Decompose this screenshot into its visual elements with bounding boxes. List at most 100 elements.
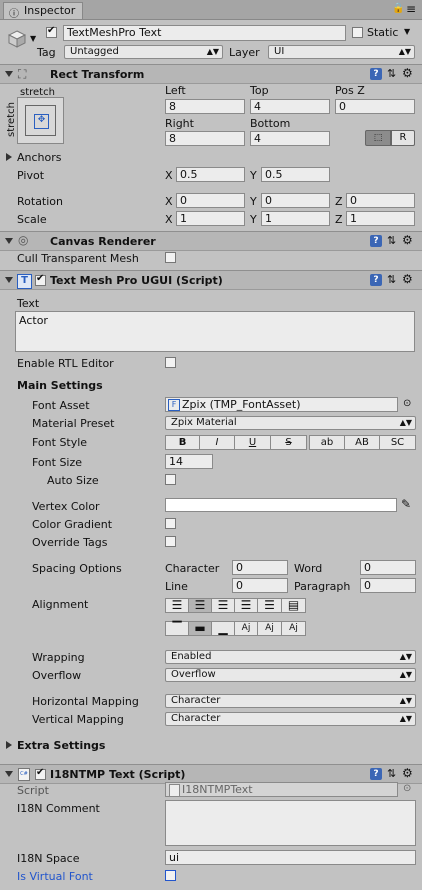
enable-checkbox[interactable] (35, 767, 46, 780)
inspector-icon: ⓘ (9, 9, 19, 20)
style-strike-button[interactable]: S (270, 435, 307, 450)
rect-transform-header[interactable]: ⛶ Rect Transform ? ⇅ ⚙ (0, 64, 422, 84)
align-midline-button[interactable]: Aj (257, 621, 282, 636)
anchors-label[interactable]: Anchors (17, 151, 62, 164)
align-capline-button[interactable]: Aj (281, 621, 306, 636)
scale-y-field[interactable]: 1 (261, 211, 330, 226)
lock-icon[interactable]: 🔒 (392, 3, 404, 14)
blueprint-button[interactable]: ⬚ (365, 130, 391, 146)
eyedropper-icon[interactable]: ✎ (401, 497, 411, 511)
extra-settings-fold-icon[interactable] (6, 741, 12, 749)
align-left-button[interactable]: ☰ (165, 598, 189, 613)
space-field[interactable]: ui (165, 850, 416, 865)
virtual-font-checkbox[interactable] (165, 870, 176, 881)
style-lowercase-button[interactable]: ab (309, 435, 345, 450)
anchors-fold-icon[interactable] (6, 153, 12, 161)
tag-dropdown[interactable]: Untagged ▲▼ (64, 45, 223, 59)
preset-icon[interactable]: ⇅ (387, 235, 396, 247)
vmap-dropdown[interactable]: Character ▲▼ (165, 712, 416, 726)
style-bold-button[interactable]: B (165, 435, 200, 450)
style-smallcaps-button[interactable]: SC (379, 435, 416, 450)
i18n-header[interactable]: C# I18NTMP Text (Script) ? ⇅ ⚙ (0, 764, 422, 784)
fold-arrow-icon[interactable] (5, 277, 13, 283)
layer-dropdown[interactable]: UI ▲▼ (268, 45, 415, 59)
gradient-checkbox[interactable] (165, 518, 176, 529)
paragraph-field[interactable]: 0 (360, 578, 416, 593)
font-asset-field[interactable]: F Zpix (TMP_FontAsset) (165, 397, 398, 412)
rot-y-field[interactable]: 0 (261, 193, 330, 208)
extra-settings-label[interactable]: Extra Settings (17, 739, 105, 752)
text-area[interactable]: Actor (15, 311, 415, 352)
fold-arrow-icon[interactable] (5, 71, 13, 77)
style-underline-button[interactable]: U (234, 435, 271, 450)
posz-label: Pos Z (335, 84, 365, 97)
component-title: Canvas Renderer (50, 235, 156, 248)
rot-x-field[interactable]: 0 (176, 193, 245, 208)
space-label: I18N Space (17, 852, 80, 865)
material-dropdown[interactable]: Zpix Material ▲▼ (165, 416, 416, 430)
dropdown-arrow-icon[interactable]: ▼ (30, 34, 36, 43)
object-picker-icon[interactable]: ⊙ (403, 398, 411, 409)
canvas-renderer-header[interactable]: ◎ Canvas Renderer ? ⇅ ⚙ (0, 231, 422, 251)
wrapping-dropdown[interactable]: Enabled ▲▼ (165, 650, 416, 664)
preset-icon[interactable]: ⇅ (387, 68, 396, 80)
static-checkbox[interactable] (352, 27, 363, 38)
align-right-button[interactable]: ☰ (211, 598, 235, 613)
word-field[interactable]: 0 (360, 560, 416, 575)
override-tags-checkbox[interactable] (165, 536, 176, 547)
preset-icon[interactable]: ⇅ (387, 274, 396, 286)
help-icon[interactable]: ? (370, 768, 382, 780)
style-uppercase-button[interactable]: AB (344, 435, 380, 450)
line-field[interactable]: 0 (232, 578, 288, 593)
right-field[interactable]: 8 (165, 131, 245, 146)
help-icon[interactable]: ? (370, 68, 382, 80)
anchor-preset-button[interactable]: ✥ (17, 97, 64, 144)
character-field[interactable]: 0 (232, 560, 288, 575)
align-center-button[interactable]: ☰ (188, 598, 212, 613)
enable-checkbox[interactable] (35, 273, 46, 286)
style-italic-button[interactable]: I (199, 435, 235, 450)
left-field[interactable]: 8 (165, 99, 245, 114)
bottom-field[interactable]: 4 (250, 131, 330, 146)
menu-icon[interactable]: ≡ (406, 2, 416, 16)
tmp-header[interactable]: T Text Mesh Pro UGUI (Script) ? ⇅ ⚙ (0, 270, 422, 290)
top-field[interactable]: 4 (250, 99, 330, 114)
pivot-x-field[interactable]: 0.5 (176, 167, 245, 182)
preset-icon[interactable]: ⇅ (387, 768, 396, 780)
auto-size-checkbox[interactable] (165, 474, 176, 485)
comment-area[interactable] (165, 800, 416, 846)
fold-arrow-icon[interactable] (5, 238, 13, 244)
fold-arrow-icon[interactable] (5, 771, 13, 777)
gear-icon[interactable]: ⚙ (402, 273, 413, 285)
cull-checkbox[interactable] (165, 252, 176, 263)
rtl-checkbox[interactable] (165, 357, 176, 368)
posz-field[interactable]: 0 (335, 99, 415, 114)
gear-icon[interactable]: ⚙ (402, 767, 413, 779)
font-size-field[interactable]: 14 (165, 454, 213, 469)
vertex-color-swatch[interactable] (165, 498, 397, 512)
align-justify-button[interactable]: ☰ (234, 598, 258, 613)
scale-x-field[interactable]: 1 (176, 211, 245, 226)
gear-icon[interactable]: ⚙ (402, 234, 413, 246)
static-dropdown-icon[interactable]: ▼ (404, 27, 410, 36)
chevron-icon: ▲▼ (206, 47, 219, 56)
align-baseline-button[interactable]: Aj (234, 621, 258, 636)
pivot-y-field[interactable]: 0.5 (261, 167, 330, 182)
rot-z-field[interactable]: 0 (346, 193, 415, 208)
align-geometry-center-button[interactable]: ▤ (281, 598, 306, 613)
gear-icon[interactable]: ⚙ (402, 67, 413, 79)
align-middle-button[interactable]: ▬ (188, 621, 212, 636)
scale-z-field[interactable]: 1 (346, 211, 415, 226)
help-icon[interactable]: ? (370, 274, 382, 286)
align-top-button[interactable]: ▔ (165, 621, 189, 636)
active-checkbox[interactable] (46, 25, 57, 38)
object-name-field[interactable]: TextMeshPro Text (63, 25, 346, 41)
align-bottom-button[interactable]: ▁ (211, 621, 235, 636)
overflow-dropdown[interactable]: Overflow ▲▼ (165, 668, 416, 682)
hmap-dropdown[interactable]: Character ▲▼ (165, 694, 416, 708)
tab-inspector[interactable]: ⓘ Inspector (3, 2, 83, 20)
help-icon[interactable]: ? (370, 235, 382, 247)
align-flush-button[interactable]: ☰ (257, 598, 282, 613)
raw-edit-button[interactable]: R (391, 130, 415, 146)
chevron-icon: ▲▼ (399, 696, 412, 705)
